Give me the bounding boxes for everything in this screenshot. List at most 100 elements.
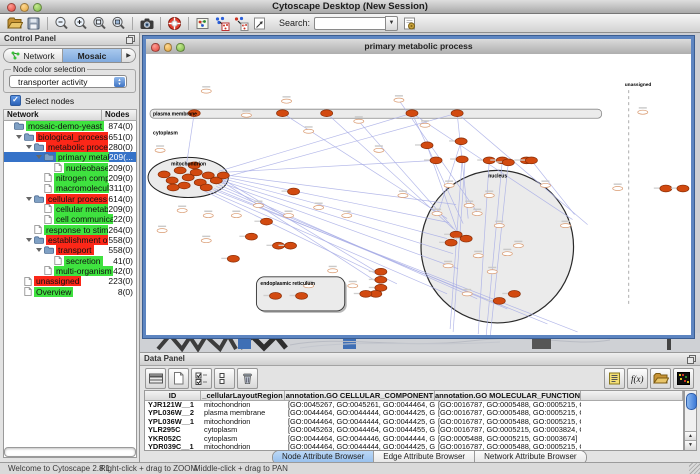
table-cell: [GO:0044464, GO:0044444, GO:0044425, G..… [285, 418, 435, 426]
tree-row[interactable]: Overview8(0) [4, 287, 136, 297]
disclosure-triangle-icon[interactable] [36, 155, 42, 159]
search-settings-button[interactable] [401, 15, 418, 32]
tree-row[interactable]: biological_process651(0) [4, 131, 136, 141]
file-icon [44, 204, 52, 213]
annotation-button[interactable] [251, 15, 268, 32]
data-panel-title: Data Panel [144, 354, 185, 363]
svg-text:nucleus: nucleus [488, 173, 507, 179]
table-row[interactable]: YPL036W__1mitochondrion[GO:0044464, GO:0… [145, 418, 683, 426]
search-input[interactable] [314, 17, 385, 30]
column-header[interactable] [581, 391, 683, 401]
tree-item-label: establishment of lo [46, 235, 108, 245]
dropdown-value: transporter activity [18, 77, 87, 87]
tree-row[interactable]: secretion41(0) [4, 255, 136, 265]
tree-row[interactable]: cellular metabo209(0) [4, 204, 136, 214]
disclosure-triangle-icon[interactable] [36, 248, 42, 252]
vizmapper-button[interactable] [194, 15, 211, 32]
scrollbar-thumb[interactable] [686, 393, 697, 410]
toolbar-separator [160, 17, 161, 30]
cytopanel-button[interactable] [166, 15, 183, 32]
file-icon [34, 225, 42, 234]
file-icon [44, 215, 52, 224]
status-bar: Welcome to Cytoscape 2.8.1 Right-click +… [0, 462, 700, 474]
resize-grip[interactable] [689, 463, 700, 474]
tree-row[interactable]: nucleobase-209(0) [4, 162, 136, 172]
disclosure-triangle-icon[interactable] [16, 135, 22, 139]
tree-row[interactable]: establishment of lo558(0) [4, 235, 136, 245]
tree-item-count: 209(0) [108, 173, 136, 183]
tree-row[interactable]: metabolic process280(0) [4, 142, 136, 152]
tree-row[interactable]: cellular process614(0) [4, 193, 136, 203]
disclosure-triangle-icon[interactable] [26, 238, 32, 242]
import-attributes-button[interactable] [650, 368, 671, 389]
column-header[interactable]: annotation.GO CELLULAR_COMPONENT [285, 391, 435, 401]
table-cell [581, 435, 683, 443]
snapshot-button[interactable] [138, 15, 155, 32]
formula-builder-button[interactable]: f(x) [627, 368, 648, 389]
svg-text:endoplasmic reticulum: endoplasmic reticulum [260, 281, 315, 287]
attribute-report-button[interactable] [604, 368, 625, 389]
network-canvas[interactable]: plasma membranecytoplasmmitochondrionnuc… [146, 54, 691, 335]
column-header[interactable]: annotation.GO MOLECULAR_FUNCTION [435, 391, 581, 401]
tree-row[interactable]: nitrogen compo209(0) [4, 173, 136, 183]
tree-row[interactable]: multi-organism pro42(0) [4, 266, 136, 276]
svg-text:f(x): f(x) [631, 374, 644, 384]
select-nodes-label: Select nodes [25, 96, 74, 106]
zoom-out-button[interactable] [53, 15, 70, 32]
tab-mosaic[interactable]: Mosaic [63, 49, 122, 62]
disclosure-triangle-icon[interactable] [26, 145, 32, 149]
table-row[interactable]: YJR121W__1mitochondrion[GO:0045267, GO:0… [145, 401, 683, 409]
tab-network[interactable]: Network [4, 49, 63, 62]
tree-row[interactable]: cell communicat22(0) [4, 214, 136, 224]
float-panel-icon[interactable] [686, 354, 697, 365]
search-dropdown-icon[interactable]: ▼ [385, 16, 398, 31]
unselect-attributes-button[interactable] [214, 368, 235, 389]
attribute-matrix-button[interactable] [673, 368, 694, 389]
data-panel-toolbar-right: f(x) [604, 368, 694, 389]
folder-icon [14, 122, 24, 130]
table-cell: [GO:0016787, GO:0005488, GO:0005215, G..… [435, 401, 581, 409]
zoom-selected-button[interactable] [110, 15, 127, 32]
table-scrollbar[interactable]: ▲ ▼ [684, 390, 697, 451]
scroll-down-icon[interactable]: ▼ [685, 440, 696, 450]
select-attributes-button[interactable] [191, 368, 212, 389]
column-header[interactable]: _cellularLayoutRegion [201, 391, 285, 401]
float-panel-icon[interactable] [125, 34, 136, 45]
tree-item-label: nucleobase- [64, 163, 108, 173]
zoom-fit-button[interactable] [91, 15, 108, 32]
save-button[interactable] [25, 15, 42, 32]
create-new-network-button[interactable] [232, 15, 249, 32]
network-window-titlebar[interactable]: primary metabolic process [146, 39, 691, 55]
table-cell [581, 401, 683, 409]
file-icon [44, 266, 52, 275]
column-header-nodes[interactable]: Nodes [102, 109, 137, 121]
tree-row[interactable]: unassigned223(0) [4, 276, 136, 286]
new-attribute-button[interactable] [168, 368, 189, 389]
app-titlebar[interactable]: Cytoscape Desktop (New Session) [0, 0, 700, 14]
table-row[interactable]: YKR052Ccytoplasm[GO:0044464, GO:0044446,… [145, 435, 683, 443]
attribute-table-button[interactable] [145, 368, 166, 389]
tree-row[interactable]: response to stimulu264(0) [4, 224, 136, 234]
table-cell: [GO:0044464, GO:0044446, GO:0044444, G..… [285, 435, 435, 443]
disclosure-triangle-icon[interactable] [26, 197, 32, 201]
more-tabs-button[interactable]: ▶ [122, 49, 135, 62]
tree-row[interactable]: mosaic-demo-yeast874(0) [4, 121, 136, 131]
select-nodes-checkbox[interactable]: ✓ [10, 95, 21, 106]
tree-column-headers: Network Nodes [3, 109, 137, 121]
column-header-network[interactable]: Network [3, 109, 102, 121]
tree-item-label: secretion [64, 256, 103, 266]
node-color-dropdown[interactable]: transporter activity ▲▼ [9, 75, 127, 88]
column-header[interactable]: ID [145, 391, 201, 401]
tree-row[interactable]: transport558(0) [4, 245, 136, 255]
create-network-from-selection-button[interactable] [213, 15, 230, 32]
tree-row[interactable]: primary metab209(... [4, 152, 136, 162]
network-tab-icon [11, 51, 20, 60]
tree-row[interactable]: macromolecule311(0) [4, 183, 136, 193]
zoom-in-button[interactable] [72, 15, 89, 32]
network-view-window[interactable]: primary metabolic process plasma membran… [143, 36, 694, 338]
delete-attribute-button[interactable] [237, 368, 258, 389]
table-row[interactable]: YLR295Ccytoplasm[GO:0045263, GO:0044464,… [145, 426, 683, 434]
open-button[interactable] [6, 15, 23, 32]
table-row[interactable]: YPL036W__2plasma membrane[GO:0044464, GO… [145, 409, 683, 417]
attribute-table[interactable]: ID_cellularLayoutRegionannotation.GO CEL… [144, 390, 684, 451]
